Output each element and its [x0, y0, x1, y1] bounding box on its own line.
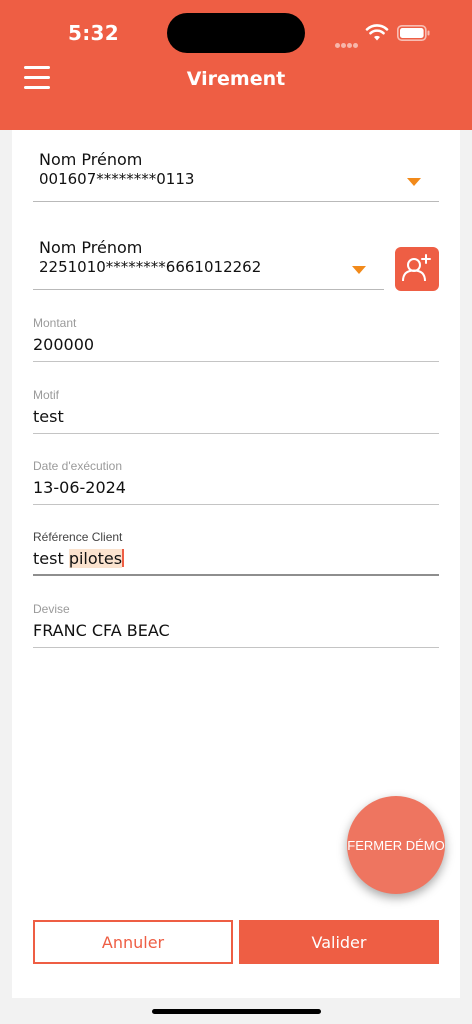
text-cursor: [122, 549, 125, 567]
beneficiary-account-name: Nom Prénom: [39, 238, 143, 257]
reason-value: test: [33, 407, 64, 426]
app-header: 5:32 Virement: [0, 0, 472, 130]
reason-field[interactable]: Motif test: [33, 388, 439, 434]
execution-date-field[interactable]: Date d'exécution 13-06-2024: [33, 459, 439, 505]
execution-date-value: 13-06-2024: [33, 478, 126, 497]
client-reference-text: test: [33, 549, 69, 568]
chevron-down-icon: [407, 178, 421, 186]
currency-label: Devise: [33, 602, 70, 616]
add-contact-icon: [402, 254, 431, 282]
chevron-down-icon: [352, 266, 366, 274]
beneficiary-account-select[interactable]: Nom Prénom 2251010********6661012262: [33, 238, 384, 290]
source-account-name: Nom Prénom: [39, 150, 143, 169]
submit-button[interactable]: Valider: [239, 920, 439, 964]
source-account-number: 001607********0113: [39, 170, 195, 188]
amount-field[interactable]: Montant 200000: [33, 316, 439, 362]
home-indicator[interactable]: [152, 1009, 321, 1014]
currency-value: FRANC CFA BEAC: [33, 621, 170, 640]
status-time: 5:32: [68, 21, 119, 45]
amount-label: Montant: [33, 316, 77, 330]
close-demo-button[interactable]: FERMER DÉMO: [347, 796, 445, 894]
battery-icon: [397, 25, 430, 41]
client-reference-selected-text: pilotes: [68, 549, 123, 568]
dynamic-island: [167, 13, 305, 53]
execution-date-label: Date d'exécution: [33, 459, 123, 473]
add-beneficiary-button[interactable]: [395, 247, 439, 291]
client-reference-value: test pilotes: [33, 549, 125, 568]
source-account-select[interactable]: Nom Prénom 001607********0113: [33, 150, 439, 202]
client-reference-field[interactable]: Référence Client test pilotes: [33, 530, 439, 576]
beneficiary-account-number: 2251010********6661012262: [39, 258, 262, 276]
cancel-button[interactable]: Annuler: [33, 920, 233, 964]
currency-field[interactable]: Devise FRANC CFA BEAC: [33, 602, 439, 648]
client-reference-label: Référence Client: [33, 530, 123, 544]
wifi-icon: [365, 24, 389, 41]
page-title: Virement: [186, 68, 286, 90]
cellular-signal-icon: [335, 35, 361, 48]
reason-label: Motif: [33, 388, 60, 402]
amount-value: 200000: [33, 335, 95, 354]
